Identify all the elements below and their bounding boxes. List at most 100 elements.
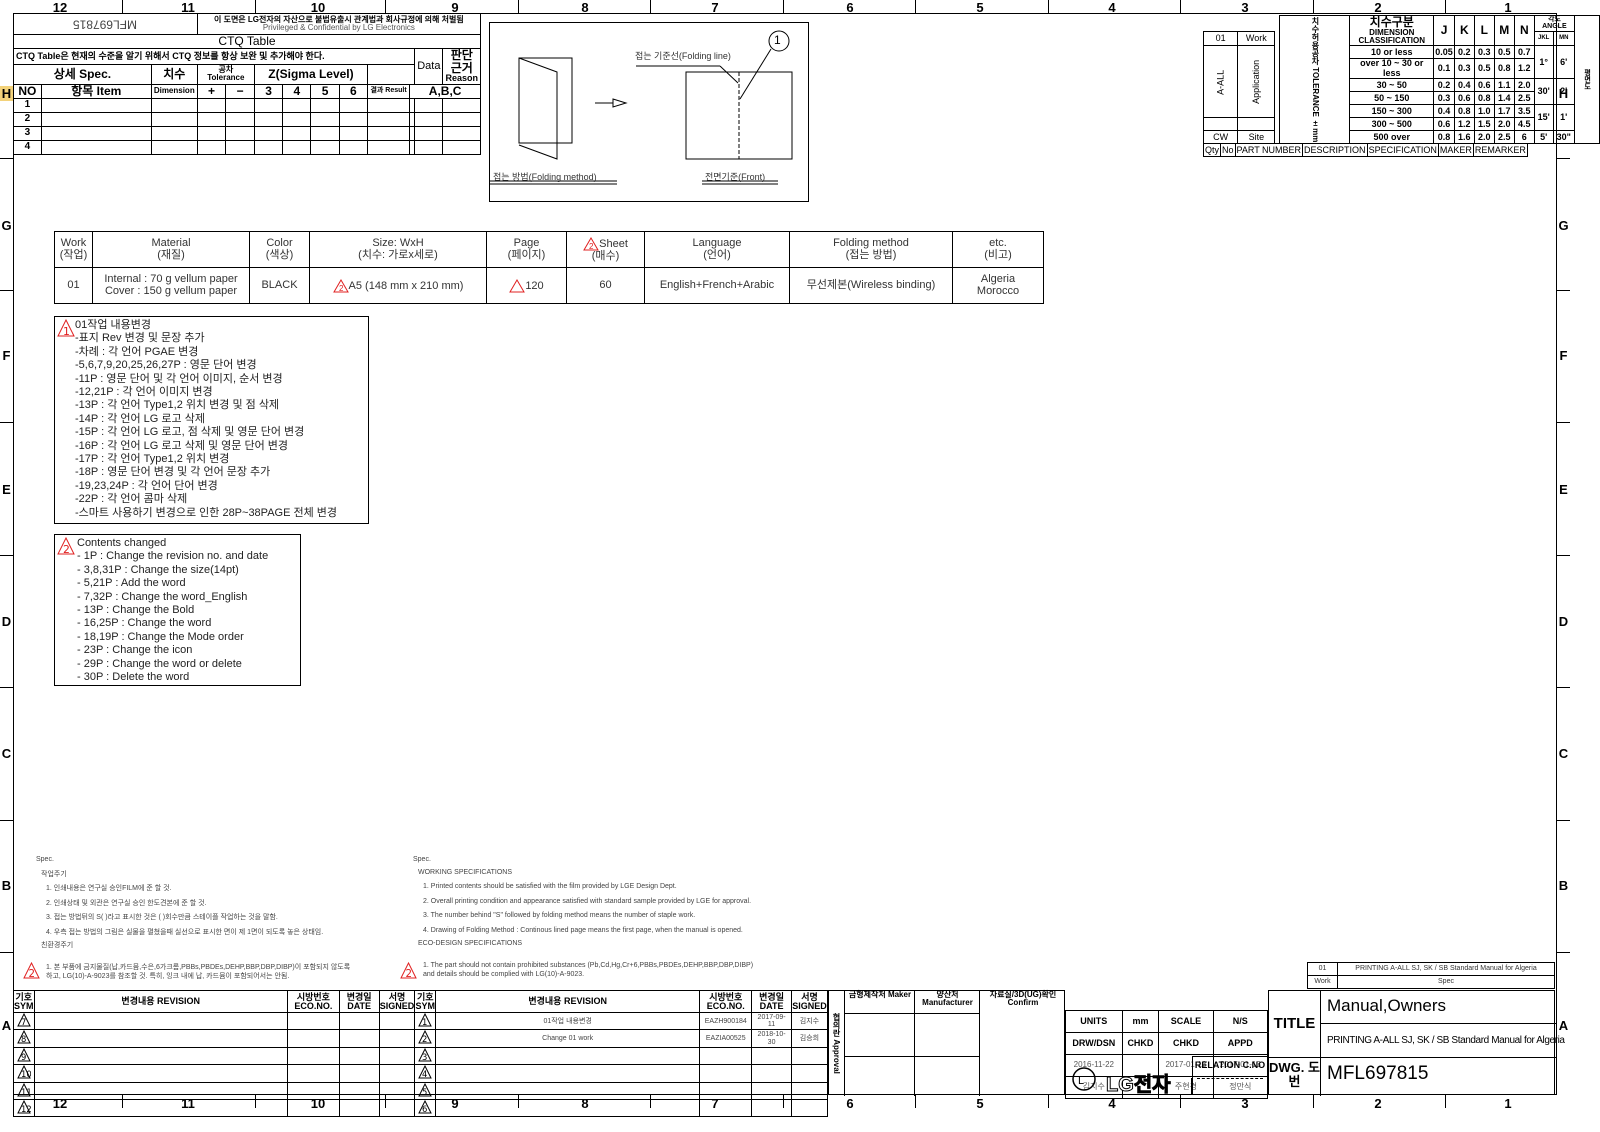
column-number: 12 (52, 1096, 68, 1111)
svg-text:2: 2 (406, 969, 412, 979)
ctq-cell (225, 139, 255, 155)
change-list-item: -차례 : 각 언어 PGAE 변경 (75, 345, 199, 358)
zone-tick (122, 1095, 123, 1108)
change-list-item: - 3,8,31P : Change the size(14pt) (77, 563, 239, 576)
change-list-title: Contents changed (77, 537, 167, 549)
revision-triangle-icon: 4 (418, 1065, 433, 1079)
ctq-cell (338, 97, 368, 113)
spec-label: Spec. (413, 856, 431, 863)
note-item: 3. The number behind "S" followed by fol… (423, 912, 696, 919)
ctq-cell (150, 125, 198, 141)
spec-header-ko: (언어) (703, 248, 731, 261)
lg-logo: L LG전자 (1065, 1067, 1192, 1097)
row-letter: G (1, 218, 12, 233)
parts-column-header: REMARKER (1472, 143, 1528, 158)
change-list-item: -14P : 각 언어 LG 로고 삭제 (75, 412, 205, 425)
tolerance-value: 1.0 (1473, 104, 1495, 119)
zone-tick (1445, 0, 1446, 13)
angle-value: 30' (1533, 78, 1554, 106)
svg-text:2: 2 (29, 969, 35, 979)
spec-header: Work (작업) (54, 231, 93, 268)
row-letter: C (1, 746, 12, 761)
revision-symbol: 12 (13, 1098, 35, 1118)
spec-label: Spec (1337, 975, 1555, 989)
ctq-row-number: 3 (13, 125, 42, 141)
svg-text:2: 2 (422, 1034, 427, 1044)
revision-date (751, 1081, 792, 1100)
tolerance-value: 0.3 (1473, 45, 1495, 60)
ctq-cell (40, 111, 152, 127)
abc-header: A,B,C (409, 83, 481, 99)
revision-text (434, 1098, 701, 1118)
ctq-cell (282, 139, 312, 155)
svg-text:7: 7 (21, 1017, 26, 1027)
revision-symbol: 7 (13, 1011, 35, 1031)
etc-morocco: Morocco (976, 284, 1020, 297)
row-letter: B (1, 878, 12, 893)
units-label: UNITS (1065, 1010, 1123, 1033)
dimension-header: Dimension (150, 83, 198, 99)
tolerance-header: 공차 Tolerance (196, 63, 255, 85)
tolerance-value: 0.6 (1433, 117, 1455, 132)
zone-tick (255, 0, 256, 13)
change-list-item: -19,23,24P : 각 언어 단어 변경 (75, 479, 218, 492)
revision-column-header: 변경일 DATE (751, 990, 792, 1013)
note-item: 2. Overall printing condition and appear… (423, 897, 752, 905)
units-value: mm (1121, 1010, 1160, 1033)
tolerance-value: 1.5 (1473, 117, 1495, 132)
revision-triangle-icon: 10 (16, 1065, 31, 1079)
revision-cell (378, 1064, 416, 1083)
column-number: 2 (1374, 0, 1382, 15)
etc-algeria: Algeria (980, 272, 1016, 285)
revision-row: 7 1 01작업 내용변경 EAZH900184 2017-09-11 김지수 (13, 1011, 829, 1031)
plus-header: + (196, 83, 227, 99)
row-letter: C (1558, 746, 1569, 761)
tolerance-value: 0.8 (1493, 58, 1515, 80)
revision-symbol: 1 (414, 1011, 436, 1031)
ctq-cell (253, 139, 284, 155)
grade-n: N (1513, 14, 1535, 47)
revision-text (434, 1081, 701, 1100)
ctq-cell (150, 111, 198, 127)
zone-tick (0, 687, 13, 688)
ctq-cell (366, 125, 411, 141)
svg-text:10: 10 (21, 1069, 31, 1079)
row-letter: D (1, 614, 12, 629)
revision-triangle-icon: 6 (418, 1099, 433, 1114)
revision-triangle-icon: 2 (23, 962, 40, 979)
angle-value: 6' (1552, 45, 1575, 80)
spec-header: Folding method (접는 방법) (789, 231, 953, 268)
change-list-item: - 30P : Delete the word (77, 671, 190, 684)
spec-header-en: Folding method (833, 236, 909, 249)
notes-heading: 작업주기 (41, 871, 67, 878)
spec-header-ko: (페이지) (507, 248, 546, 261)
revision-triangle-icon: 12 (16, 1099, 31, 1114)
grade-k: K (1453, 14, 1475, 47)
front-label: 전면기준(Front) (705, 172, 766, 182)
sigma-6: 6 (338, 83, 368, 99)
change-list-title: 01작업 내용변경 (75, 319, 152, 331)
svg-text:1: 1 (422, 1017, 427, 1027)
spec-language: English+French+Arabic (644, 267, 790, 304)
ctq-cell (338, 139, 368, 155)
ctq-row-number: 1 (13, 97, 42, 113)
change-list-item: - 7,32P : Change the word_English (77, 590, 248, 603)
revision-cell (33, 1064, 288, 1083)
ctq-cell (338, 125, 368, 141)
revision-symbol: 5 (414, 1081, 436, 1100)
spec-header-en: Page (513, 236, 540, 249)
svg-text:2: 2 (589, 242, 594, 251)
ctq-cell (414, 125, 444, 141)
parts-column-header: PART NUMBER (1234, 143, 1304, 158)
site-label: Site (1237, 130, 1276, 145)
work-spec-box: 01 PRINTING A-ALL SJ, SK / SB Standard Ma… (1307, 962, 1555, 989)
blank (1202, 117, 1239, 132)
column-number: 10 (310, 1096, 326, 1111)
folding-method-label: 접는 방법(Folding method) (493, 172, 597, 182)
zone-tick (1557, 687, 1570, 688)
ctq-row: 2 (13, 111, 481, 127)
material-cover: Cover : 150 g vellum paper (104, 284, 238, 297)
revision-cell (338, 1081, 380, 1100)
ctq-cell (196, 125, 227, 141)
revision-column-header: 시방번호 ECO.NO. (699, 990, 753, 1013)
